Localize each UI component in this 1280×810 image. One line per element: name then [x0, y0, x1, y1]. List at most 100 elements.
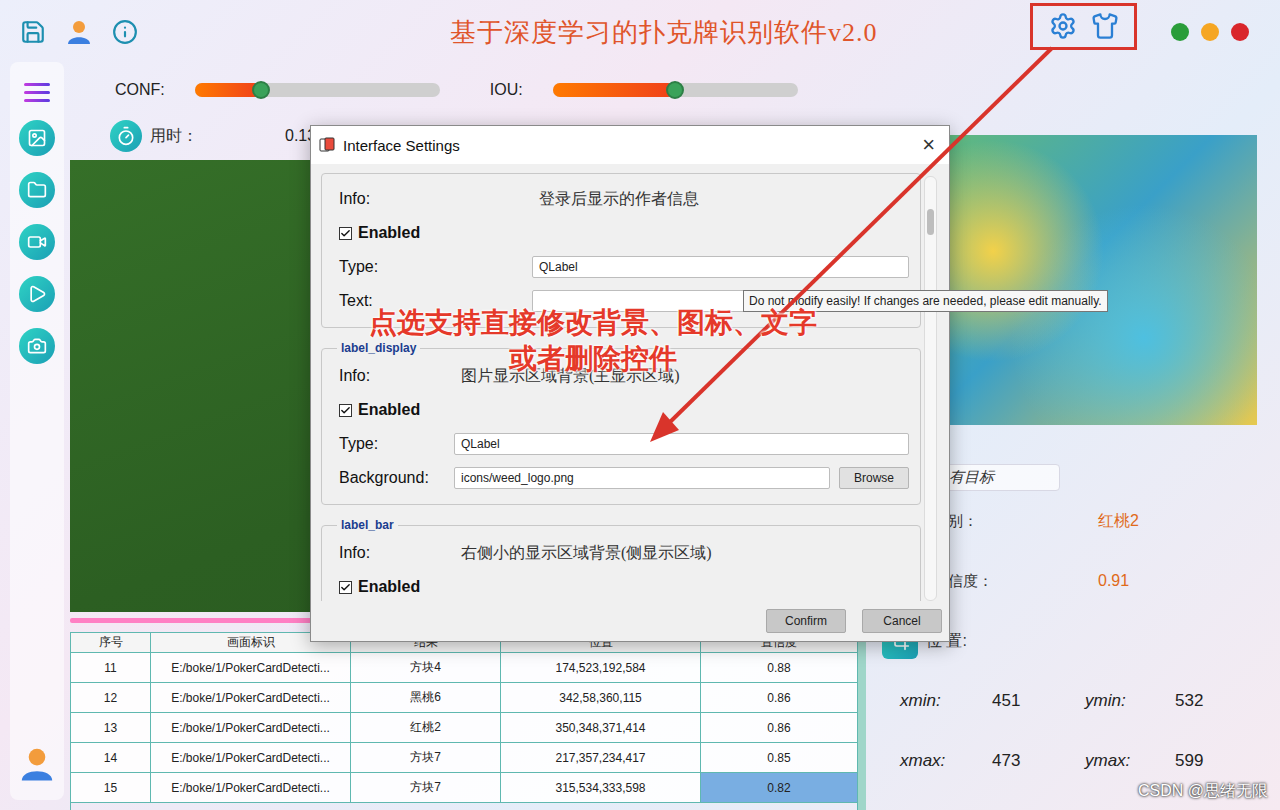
sidebar-item[interactable]	[19, 172, 55, 208]
minimize-button[interactable]	[1201, 23, 1219, 41]
user-button[interactable]	[64, 17, 94, 47]
close-button[interactable]	[1231, 23, 1249, 41]
table-cell: 0.88	[701, 653, 857, 683]
setting-row: Type:QLabel	[339, 427, 909, 461]
menu-icon[interactable]	[22, 80, 52, 104]
enabled-checkbox[interactable]	[339, 227, 352, 240]
shirt-icon[interactable]	[1091, 12, 1119, 40]
play-icon	[27, 284, 47, 304]
check-icon	[340, 405, 351, 416]
table-cell: E:/boke/1/PokerCardDetecti...	[151, 773, 351, 803]
sidebar	[10, 62, 64, 800]
enabled-checkbox[interactable]	[339, 404, 352, 417]
watermark: CSDN @思绪无限	[1138, 781, 1268, 802]
setting-info: 登录后显示的作者信息	[532, 189, 699, 210]
coords-grid: xmin:451ymin:532xmax:473ymax:599	[880, 671, 1257, 791]
app-title: 基于深度学习的扑克牌识别软件v2.0	[400, 15, 1030, 50]
table-cell: 174,523,192,584	[501, 653, 701, 683]
check-icon	[340, 582, 351, 593]
slider-thumb[interactable]	[252, 81, 270, 99]
slider-label: IOU:	[490, 81, 523, 99]
table-cell: 342,58,360,115	[501, 683, 701, 713]
enabled-row: Enabled	[339, 393, 909, 427]
table-row[interactable]: 14E:/boke/1/PokerCardDetecti...方块7217,35…	[71, 743, 857, 773]
toolbar	[0, 17, 400, 47]
info-button[interactable]	[110, 17, 140, 47]
settings-dialog: Interface Settings×Info:登录后显示的作者信息Enable…	[310, 125, 950, 642]
save-button[interactable]	[18, 17, 48, 47]
coord-value: 473	[992, 751, 1085, 771]
slider[interactable]	[553, 83, 798, 97]
browse-button[interactable]: Browse	[839, 467, 909, 489]
dialog-buttons: Confirm Cancel	[311, 601, 949, 641]
table-row[interactable]: 15E:/boke/1/PokerCardDetecti...方块7315,53…	[71, 773, 857, 803]
user-icon[interactable]	[66, 19, 92, 45]
table-cell: 15	[71, 773, 151, 803]
coord-value: 451	[992, 691, 1085, 711]
checkbox-label: Enabled	[358, 401, 420, 419]
cancel-button[interactable]: Cancel	[862, 609, 942, 633]
slider[interactable]	[195, 83, 440, 97]
detail-label: 信度：	[948, 572, 1098, 591]
table-cell: 350,348,371,414	[501, 713, 701, 743]
highlight-box	[1030, 3, 1137, 50]
coord-value: 599	[1175, 751, 1257, 771]
confirm-button[interactable]: Confirm	[766, 609, 846, 633]
table-cell: 0.86	[701, 713, 857, 743]
table-cell: E:/boke/1/PokerCardDetecti...	[151, 653, 351, 683]
table-scrollbar[interactable]	[858, 632, 866, 810]
gear-icon[interactable]	[1049, 12, 1077, 40]
setting-label: Background:	[339, 469, 454, 487]
annotation-text: 点选支持直接修改背景、图标、文字或者删除控件	[345, 305, 840, 377]
scrollbar[interactable]	[924, 176, 937, 601]
annotation-line: 点选支持直接修改背景、图标、文字	[345, 305, 840, 341]
user-icon[interactable]	[19, 746, 55, 782]
slider-group: CONF:	[115, 81, 440, 99]
group-title: label_bar	[337, 518, 398, 532]
dialog-close-button[interactable]: ×	[922, 134, 935, 156]
title-bar: 基于深度学习的扑克牌识别软件v2.0	[0, 0, 1280, 64]
sidebar-item[interactable]	[19, 224, 55, 260]
maximize-button[interactable]	[1171, 23, 1189, 41]
sidebar-item[interactable]	[19, 120, 55, 156]
sidebar-item[interactable]	[19, 328, 55, 364]
setting-label: Type:	[339, 435, 454, 453]
table-cell: 方块7	[351, 773, 501, 803]
table-row[interactable]: 13E:/boke/1/PokerCardDetecti...红桃2350,34…	[71, 713, 857, 743]
table-cell: 14	[71, 743, 151, 773]
table-row[interactable]: 11E:/boke/1/PokerCardDetecti...方块4174,52…	[71, 653, 857, 683]
setting-input[interactable]: icons/weed_logo.png	[454, 467, 830, 489]
enabled-checkbox[interactable]	[339, 581, 352, 594]
slider-thumb[interactable]	[666, 81, 684, 99]
column-header: 序号	[71, 633, 151, 653]
slider-group: IOU:	[490, 81, 798, 99]
coord-label: xmax:	[900, 751, 992, 771]
setting-row: Type:QLabel	[339, 250, 909, 284]
settings-content: Info:登录后显示的作者信息EnabledType:QLabelText:la…	[311, 164, 949, 601]
table-cell: 217,357,234,417	[501, 743, 701, 773]
setting-input[interactable]: QLabel	[454, 433, 909, 455]
table-cell: 0.82	[701, 773, 857, 803]
slider-row: CONF: IOU:	[70, 64, 870, 116]
setting-info: 右侧小的显示区域背景(侧显示区域)	[454, 543, 712, 564]
table-cell: 黑桃6	[351, 683, 501, 713]
table-cell: 12	[71, 683, 151, 713]
sidebar-item[interactable]	[19, 276, 55, 312]
table-cell: 方块7	[351, 743, 501, 773]
check-icon	[340, 228, 351, 239]
coord-label: ymax:	[1085, 751, 1175, 771]
checkbox-label: Enabled	[358, 578, 420, 596]
setting-input[interactable]: QLabel	[532, 256, 909, 278]
avatar-button[interactable]	[19, 746, 55, 786]
table-row[interactable]: 12E:/boke/1/PokerCardDetecti...黑桃6342,58…	[71, 683, 857, 713]
scrollbar-thumb[interactable]	[927, 209, 934, 235]
settings-group: label_barInfo:右侧小的显示区域背景(侧显示区域)Enabled	[321, 518, 921, 601]
image-icon	[27, 128, 47, 148]
detail-value: 0.91	[1098, 572, 1129, 590]
dialog-title: Interface Settings	[343, 137, 914, 154]
dialog-title-bar: Interface Settings ×	[311, 126, 949, 164]
table-cell: 0.86	[701, 683, 857, 713]
setting-row: Background:icons/weed_logo.png Browse	[339, 461, 909, 495]
group-title: label_display	[337, 341, 420, 355]
table-cell: E:/boke/1/PokerCardDetecti...	[151, 743, 351, 773]
